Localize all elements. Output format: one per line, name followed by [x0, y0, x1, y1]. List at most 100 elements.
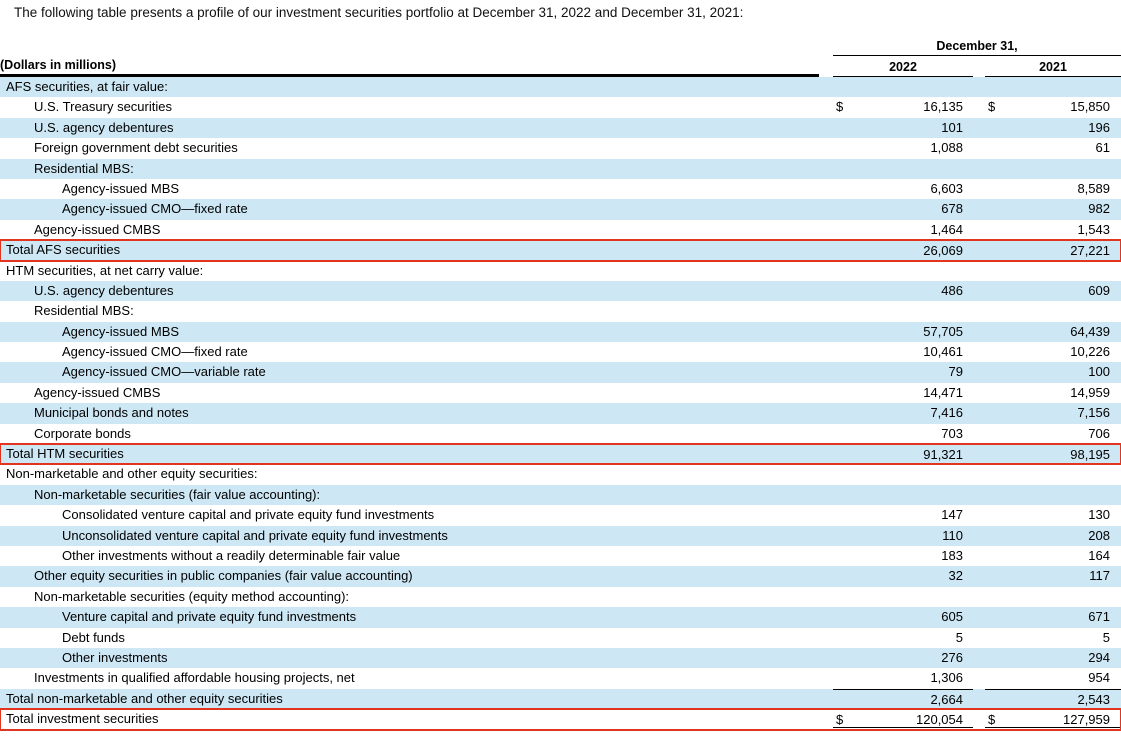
table-row: Agency-issued CMO—fixed rate 10,461 10,2… [0, 342, 1121, 362]
value-2021 [1005, 301, 1121, 321]
value-2021: 64,439 [1070, 323, 1110, 339]
row-label: U.S. agency debentures [34, 119, 174, 135]
dollar-sign-2022 [833, 464, 853, 484]
dollar-sign-2021 [985, 322, 1005, 342]
value-2022 [853, 261, 973, 281]
value-2021: 61 [1095, 140, 1110, 156]
units-label: (Dollars in millions) [0, 56, 819, 77]
column-gap [973, 240, 985, 260]
table-row: Residential MBS: [0, 301, 1121, 321]
value-2021: 671 [1088, 609, 1110, 625]
column-gap [973, 587, 985, 607]
row-label: Agency-issued CMBS [34, 384, 161, 400]
dollar-sign-2021 [985, 607, 1005, 627]
value-2022 [853, 464, 973, 484]
dollar-sign-2022 [833, 301, 853, 321]
column-gap [973, 362, 985, 382]
dollar-sign-2022 [833, 648, 853, 668]
table-header-year-row: (Dollars in millions) 2022 2021 [0, 56, 1121, 77]
row-label: Non-marketable and other equity securiti… [6, 466, 258, 482]
column-gap [973, 444, 985, 464]
document-page: The following table presents a profile o… [0, 0, 1121, 731]
table-row: U.S. agency debentures 101 196 [0, 117, 1121, 139]
value-2022: 16,135 [923, 99, 963, 115]
row-label: Non-marketable securities (fair value ac… [34, 486, 321, 502]
dollar-sign-2021 [985, 159, 1005, 179]
table-row: HTM securities, at net carry value: [0, 261, 1121, 281]
dollar-sign-2022 [833, 607, 853, 627]
table-row: Investments in qualified affordable hous… [0, 668, 1121, 688]
dollar-sign-2022 [833, 668, 853, 688]
value-2022: 1,464 [930, 221, 963, 237]
dollar-sign-2021 [985, 281, 1005, 301]
value-2022: 10,461 [923, 344, 963, 360]
row-label: Other equity securities in public compan… [34, 568, 413, 584]
value-2021 [1005, 485, 1121, 505]
column-gap [973, 424, 985, 444]
value-2021: 8,589 [1077, 180, 1110, 196]
table-row: U.S. agency debentures 486 609 [0, 280, 1121, 302]
row-label: Consolidated venture capital and private… [62, 507, 435, 523]
value-2021: 10,226 [1070, 344, 1110, 360]
row-label: Foreign government debt securities [34, 140, 238, 156]
column-gap [973, 77, 985, 97]
value-2021: 127,959 [1005, 709, 1121, 730]
table-row: Unconsolidated venture capital and priva… [0, 525, 1121, 546]
row-label: Total non-marketable and other equity se… [6, 690, 283, 706]
value-2022: 486 [941, 282, 963, 298]
column-gap [973, 383, 985, 403]
securities-table: December 31, (Dollars in millions) 2022 … [0, 33, 1121, 731]
dollar-sign-2022 [833, 566, 853, 586]
column-gap [973, 281, 985, 301]
row-label: Venture capital and private equity fund … [62, 609, 357, 625]
intro-text: The following table presents a profile o… [14, 5, 744, 20]
row-label: Investments in qualified affordable hous… [34, 670, 355, 686]
column-gap [973, 505, 985, 525]
row-label: U.S. agency debentures [34, 282, 174, 298]
dollar-sign-2021 [985, 668, 1005, 688]
value-2022: 276 [941, 649, 963, 665]
value-2021: 982 [1088, 201, 1110, 217]
value-2021: 7,156 [1077, 405, 1110, 421]
column-gap [973, 566, 985, 586]
value-2022: 101 [941, 119, 963, 135]
value-2021: 2,543 [1005, 688, 1121, 709]
column-gap [973, 628, 985, 648]
table-row: Debt funds 5 5 [0, 628, 1121, 648]
value-2021: 130 [1088, 507, 1110, 523]
table-row: Agency-issued CMBS 14,471 14,959 [0, 383, 1121, 403]
column-header-2022: 2022 [833, 56, 973, 77]
row-label: Agency-issued CMO—fixed rate [62, 201, 248, 217]
value-2021: 100 [1088, 364, 1110, 380]
dollar-sign-2021 [985, 628, 1005, 648]
table-row: Agency-issued MBS 57,705 64,439 [0, 321, 1121, 343]
table-row: Total AFS securities 26,069 27,221 [0, 239, 1121, 262]
row-label: Agency-issued MBS [62, 180, 180, 196]
table-row: Agency-issued CMO—fixed rate 678 982 [0, 199, 1121, 220]
row-label: Agency-issued CMBS [34, 221, 161, 237]
dollar-sign-2022 [833, 383, 853, 403]
dollar-sign-2021 [985, 199, 1005, 219]
column-gap [973, 159, 985, 179]
dollar-sign-2021 [985, 648, 1005, 668]
dollar-sign-2022 [833, 281, 853, 301]
table-row: Corporate bonds 703 706 [0, 424, 1121, 444]
column-gap [973, 342, 985, 362]
dollar-sign-2021: $ [988, 99, 996, 115]
value-2021 [1005, 77, 1121, 97]
dollar-sign-2022 [833, 546, 853, 566]
column-gap [973, 668, 985, 688]
row-label: Agency-issued MBS [62, 323, 180, 339]
table-row: Agency-issued MBS 6,603 8,589 [0, 179, 1121, 199]
table-row: Agency-issued CMBS 1,464 1,543 [0, 220, 1121, 240]
row-label: Other investments [62, 649, 168, 665]
value-2021: 15,850 [1070, 99, 1110, 115]
dollar-sign-2021 [985, 77, 1005, 97]
value-2022 [853, 159, 973, 179]
value-2021: 164 [1088, 547, 1110, 563]
value-2021: 208 [1088, 527, 1110, 543]
column-gap [973, 56, 985, 77]
value-2022: 678 [941, 201, 963, 217]
dollar-sign-2021 [985, 526, 1005, 546]
value-2022: 110 [942, 527, 963, 543]
